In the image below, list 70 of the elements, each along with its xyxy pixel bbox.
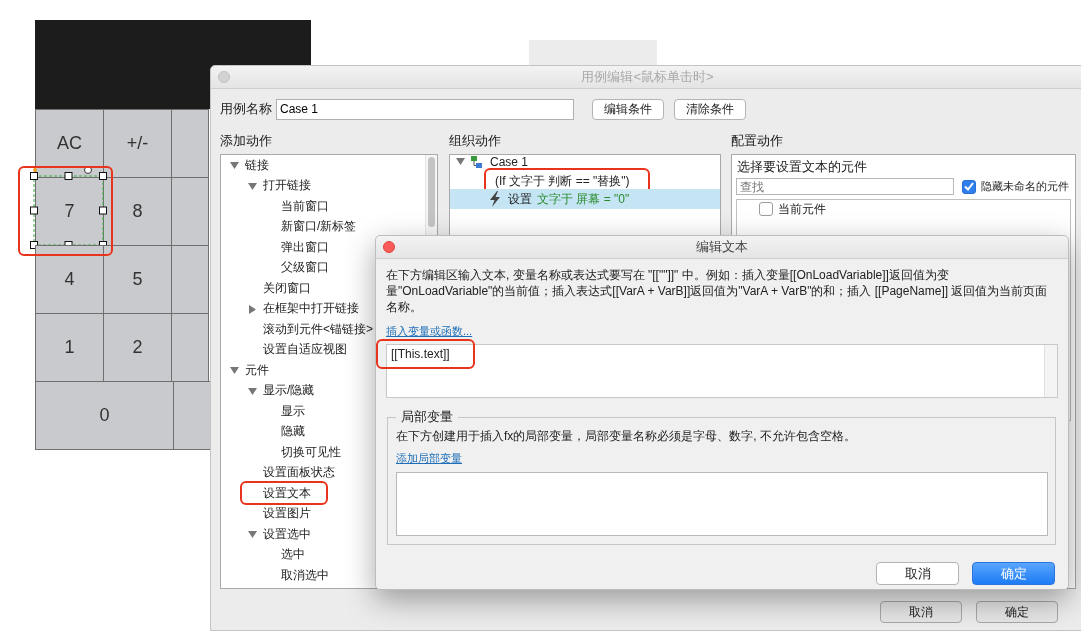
action-item[interactable]: 新窗口/新标签 [281, 218, 357, 236]
section-title: 配置动作 [731, 132, 784, 149]
group-description: 在下方创建用于插入fx的局部变量，局部变量名称必须是字母、数字, 不允许包含空格。 [396, 428, 857, 445]
calculator-key[interactable]: 5 [103, 245, 172, 314]
triangle-down-icon[interactable] [248, 181, 257, 191]
instruction-text: 在下方编辑区输入文本, 变量名称或表达式要写在 "[[""]]" 中。例如：插入变量[[OnLoadVariable]]返回值为变量"OnLoadVariable"的当前值；插入表达式[[VarA + VarB]]返回值为"VarA + VarB"的和；插入 [[PageName]] 返回值为当前页面名称。 [386, 267, 1049, 315]
triangle-down-icon[interactable] [230, 161, 239, 170]
calculator-key[interactable]: 1 [35, 313, 104, 382]
ok-button[interactable]: 确定 [976, 601, 1058, 623]
action-item[interactable]: 显示 [281, 402, 305, 420]
action-item[interactable]: 隐藏 [281, 423, 305, 441]
action-item[interactable]: 设置图片 [263, 505, 311, 523]
action-item[interactable]: 取消选中 [281, 566, 329, 584]
action-item[interactable]: 设置自适应视图 [263, 341, 347, 359]
checkbox-label: 当前元件 [778, 200, 826, 218]
section-title: 添加动作 [220, 132, 273, 149]
action-item[interactable]: 显示/隐藏 [263, 382, 315, 400]
action-item[interactable]: 元件 [245, 361, 269, 379]
triangle-right-icon[interactable] [248, 304, 257, 314]
action-item[interactable]: 滚动到元件<锚链接> [263, 320, 373, 338]
action-item[interactable]: 关闭窗口 [263, 279, 311, 297]
lightning-icon [488, 191, 502, 207]
calculator-key[interactable] [171, 313, 209, 382]
cancel-button[interactable]: 取消 [880, 601, 962, 623]
case-name[interactable]: Case 1 [490, 154, 529, 169]
close-button[interactable] [383, 241, 395, 253]
case-condition: (If 文字于 判断 == "替换") [495, 174, 630, 188]
case-name-field[interactable]: Case 1 [276, 98, 574, 120]
section-title: 组织动作 [449, 132, 502, 149]
calculator-key[interactable] [173, 381, 211, 450]
triangle-down-icon[interactable] [230, 366, 239, 375]
action-item[interactable]: 设置文本 [263, 484, 311, 502]
calculator-key[interactable]: +/- [103, 109, 172, 178]
triangle-down-icon[interactable] [248, 530, 257, 539]
cancel-button[interactable]: 取消 [876, 562, 959, 585]
calculator-key[interactable]: 2 [103, 313, 172, 382]
condition-button[interactable]: 清除条件 [674, 98, 746, 120]
action-item[interactable]: 父级窗口 [281, 259, 329, 277]
text-input-field[interactable]: [[This.text]] [386, 344, 1058, 398]
calculator-key[interactable]: 4 [35, 245, 104, 314]
calculator-key[interactable]: 7 [35, 177, 104, 246]
case-name-label: 用例名称 [220, 100, 272, 118]
search-field[interactable]: 查找 [736, 178, 954, 195]
action-item[interactable]: 链接 [245, 156, 269, 174]
action-item[interactable]: 切换可见性 [281, 443, 341, 461]
calculator-key[interactable] [171, 177, 209, 246]
config-heading: 选择要设置文本的元件 [737, 159, 868, 175]
window-title: 用例编辑<鼠标单击时> [581, 68, 714, 86]
action-item[interactable]: 设置面板状态 [263, 464, 335, 482]
dialog-title: 编辑文本 [696, 238, 748, 256]
calculator-key[interactable] [171, 109, 209, 178]
action-row[interactable]: 设置 文字于 屏幕 = "0" [450, 189, 720, 209]
checkbox[interactable] [962, 179, 976, 194]
checkbox[interactable] [759, 202, 773, 216]
action-item[interactable]: 当前窗口 [281, 197, 329, 215]
condition-button[interactable]: 编辑条件 [592, 98, 664, 120]
triangle-down-icon[interactable] [248, 386, 257, 396]
calculator-key[interactable]: 0 [35, 381, 174, 450]
action-item[interactable]: 弹出窗口 [281, 238, 329, 256]
flow-icon [471, 155, 482, 168]
calculator-key[interactable] [171, 245, 209, 314]
insert-variable-link[interactable]: 插入变量或函数... [386, 324, 473, 339]
group-title: 局部变量 [400, 408, 454, 426]
triangle-down-icon[interactable] [456, 157, 465, 166]
action-item[interactable]: 设置选中 [263, 525, 311, 543]
add-variable-link[interactable]: 添加局部变量 [396, 451, 462, 466]
action-item[interactable]: 选中 [281, 546, 305, 564]
action-item[interactable]: 在框架中打开链接 [263, 300, 359, 318]
checkbox-label: 隐藏未命名的元件 [981, 179, 1069, 194]
action-item[interactable]: 打开链接 [263, 177, 311, 195]
